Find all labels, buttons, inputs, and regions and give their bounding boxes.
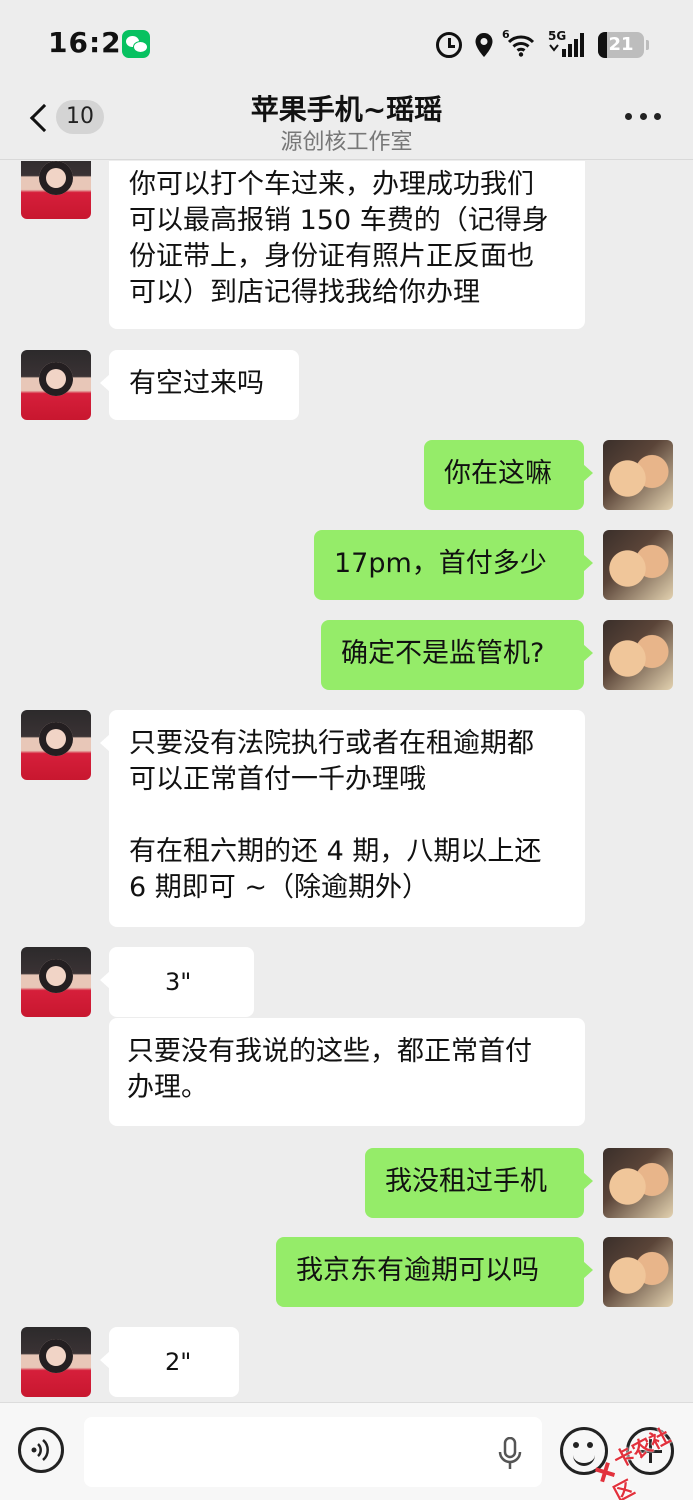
wechat-notification-icon — [122, 30, 150, 58]
battery-icon: 21 — [598, 32, 644, 58]
contact-avatar[interactable] — [21, 350, 91, 420]
signal-icon: 5G — [548, 29, 586, 59]
chat-title: 苹果手机~瑶瑶 — [250, 93, 443, 126]
message-bubble[interactable]: 我京东有逾期可以吗 — [276, 1237, 593, 1307]
message-bubble[interactable]: 只要没有我说的这些，都正常首付 办理。 — [109, 1018, 585, 1126]
voice-wave-icon — [129, 969, 151, 1065]
more-options-button[interactable] — [625, 104, 661, 128]
more-dot-icon — [639, 112, 647, 120]
contact-avatar[interactable] — [21, 1327, 91, 1397]
chat-header: 10 苹果手机~瑶瑶 源创核工作室 — [0, 88, 693, 160]
voice-duration: 3" — [165, 968, 192, 996]
my-avatar[interactable] — [603, 1148, 673, 1218]
contact-avatar[interactable] — [21, 947, 91, 1017]
battery-tip — [646, 40, 649, 50]
message-bubble[interactable]: 你在这嘛 — [424, 440, 593, 510]
alarm-icon — [436, 32, 462, 58]
my-avatar[interactable] — [603, 1237, 673, 1307]
voice-wave-icon — [31, 1439, 49, 1461]
input-bar — [0, 1402, 693, 1500]
chat-subtitle: 源创核工作室 — [280, 130, 413, 155]
more-dot-icon — [625, 112, 632, 120]
voice-mode-button[interactable] — [18, 1427, 64, 1473]
message-bubble[interactable]: 我没租过手机 — [365, 1148, 593, 1218]
message-bubble[interactable]: 你可以打个车过来，办理成功我们 可以最高报销 150 车费的（记得身 份证带上，… — [109, 161, 585, 329]
message-bubble[interactable]: 确定不是监管机? — [321, 620, 593, 690]
my-avatar[interactable] — [603, 440, 673, 510]
wifi-icon: 6 — [502, 28, 536, 58]
voice-wave-icon — [129, 1349, 151, 1375]
contact-avatar[interactable] — [21, 161, 91, 219]
contact-avatar[interactable] — [21, 710, 91, 780]
status-icons: 6 5G 21 — [436, 28, 649, 62]
message-bubble[interactable]: 只要没有法院执行或者在租逾期都 可以正常首付一千办理哦 有在租六期的还 4 期，… — [100, 710, 585, 927]
voice-message-bubble[interactable]: 2" — [100, 1327, 239, 1397]
microphone-icon[interactable] — [498, 1436, 522, 1471]
my-avatar[interactable] — [603, 530, 673, 600]
location-icon — [474, 32, 494, 58]
message-input[interactable] — [84, 1417, 542, 1487]
wifi-badge: 6 — [502, 28, 510, 41]
voice-duration: 2" — [165, 1348, 192, 1376]
message-list[interactable]: 你可以打个车过来，办理成功我们 可以最高报销 150 车费的（记得身 份证带上，… — [0, 161, 693, 1402]
status-bar: 16:21 6 5G 21 — [0, 0, 693, 88]
message-bubble[interactable]: 17pm，首付多少 — [314, 530, 593, 600]
message-bubble[interactable]: 有空过来吗 — [100, 350, 299, 420]
my-avatar[interactable] — [603, 620, 673, 690]
more-dot-icon — [654, 112, 661, 120]
voice-message-bubble[interactable]: 3" — [100, 947, 254, 1065]
battery-level: 21 — [608, 34, 634, 55]
network-type: 5G — [548, 29, 567, 43]
